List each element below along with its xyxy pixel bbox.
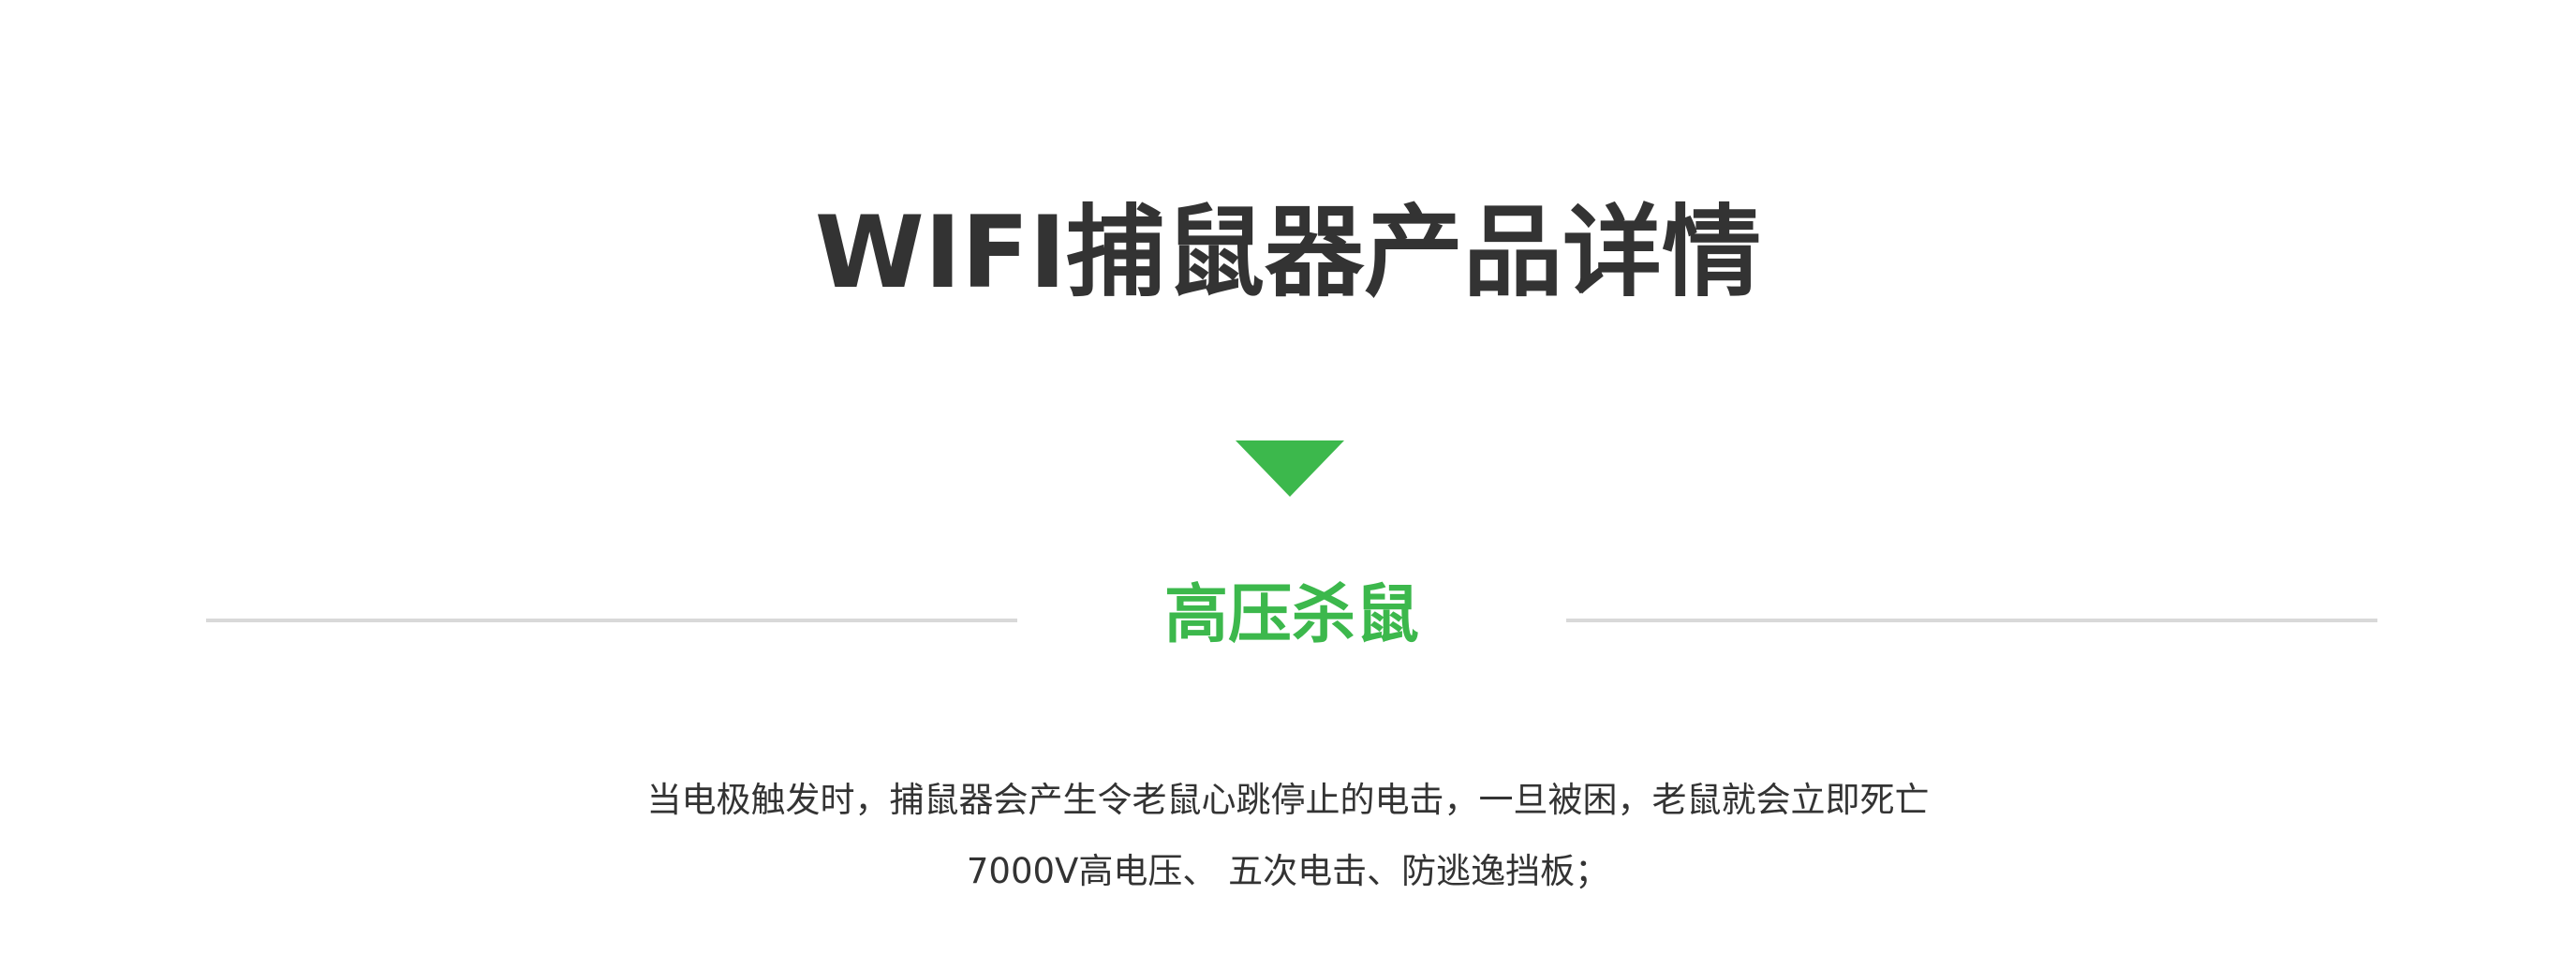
section-title: 高压杀鼠 bbox=[1163, 578, 1419, 652]
divider-left bbox=[206, 619, 1017, 622]
description-line-2: 7000V高电压、 五次电击、防逃逸挡板； bbox=[966, 851, 1610, 891]
page-title: WIFI捕鼠器产品详情 bbox=[814, 195, 1762, 310]
divider-right bbox=[1566, 619, 2377, 622]
description-line-1: 当电极触发时，捕鼠器会产生令老鼠心跳停止的电击，一旦被困，老鼠就会立即死亡 bbox=[646, 780, 1930, 820]
triangle-down-icon bbox=[1236, 440, 1344, 497]
